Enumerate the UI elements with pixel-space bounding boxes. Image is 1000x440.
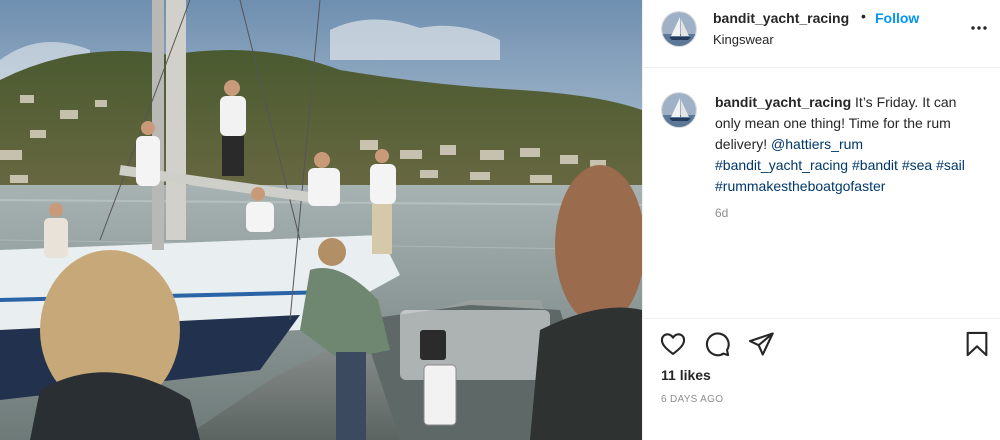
sailboat-avatar-icon xyxy=(662,93,696,127)
post-photo-scene xyxy=(0,0,642,440)
bookmark-glyph xyxy=(966,331,988,357)
separator-dot: • xyxy=(861,8,866,24)
author-avatar[interactable] xyxy=(661,11,697,47)
follow-button[interactable]: Follow xyxy=(875,10,919,26)
caption-mention[interactable]: @hattiers_rum xyxy=(771,136,863,152)
more-options-glyph xyxy=(971,26,987,30)
caption-block: bandit_yacht_racing It’s Friday. It can … xyxy=(643,68,1000,318)
post-caption: bandit_yacht_racing It’s Friday. It can … xyxy=(715,92,985,197)
heart-icon[interactable] xyxy=(659,330,687,358)
paper-plane-icon[interactable] xyxy=(747,330,775,358)
caption-age[interactable]: 6d xyxy=(715,206,728,220)
hashtag[interactable]: #bandit xyxy=(852,157,898,173)
post-detail-panel: bandit_yacht_racing • Follow Kingswear b… xyxy=(642,0,1000,440)
sailboat-avatar-icon xyxy=(662,12,696,46)
post-date[interactable]: 6 DAYS AGO xyxy=(661,394,723,405)
author-username[interactable]: bandit_yacht_racing xyxy=(713,10,849,26)
more-options-icon[interactable] xyxy=(969,18,989,38)
likes-count[interactable]: 11 likes xyxy=(661,367,711,383)
hashtag[interactable]: #rummakestheboatgofaster xyxy=(715,178,885,194)
comment-icon[interactable] xyxy=(703,330,731,358)
post-header: bandit_yacht_racing • Follow Kingswear xyxy=(643,0,1000,68)
comment-glyph xyxy=(705,332,730,357)
bookmark-icon[interactable] xyxy=(963,330,991,358)
heart-glyph xyxy=(660,333,686,355)
caption-username[interactable]: bandit_yacht_racing xyxy=(715,94,851,110)
post-photo[interactable] xyxy=(0,0,642,440)
post-location[interactable]: Kingswear xyxy=(713,32,774,47)
caption-avatar[interactable] xyxy=(661,92,697,128)
hashtag[interactable]: #sail xyxy=(936,157,965,173)
post-actions: 11 likes 6 DAYS AGO xyxy=(643,318,1000,440)
hashtag[interactable]: #sea xyxy=(902,157,932,173)
paper-plane-glyph xyxy=(748,332,774,356)
hashtag[interactable]: #bandit_yacht_racing xyxy=(715,157,848,173)
